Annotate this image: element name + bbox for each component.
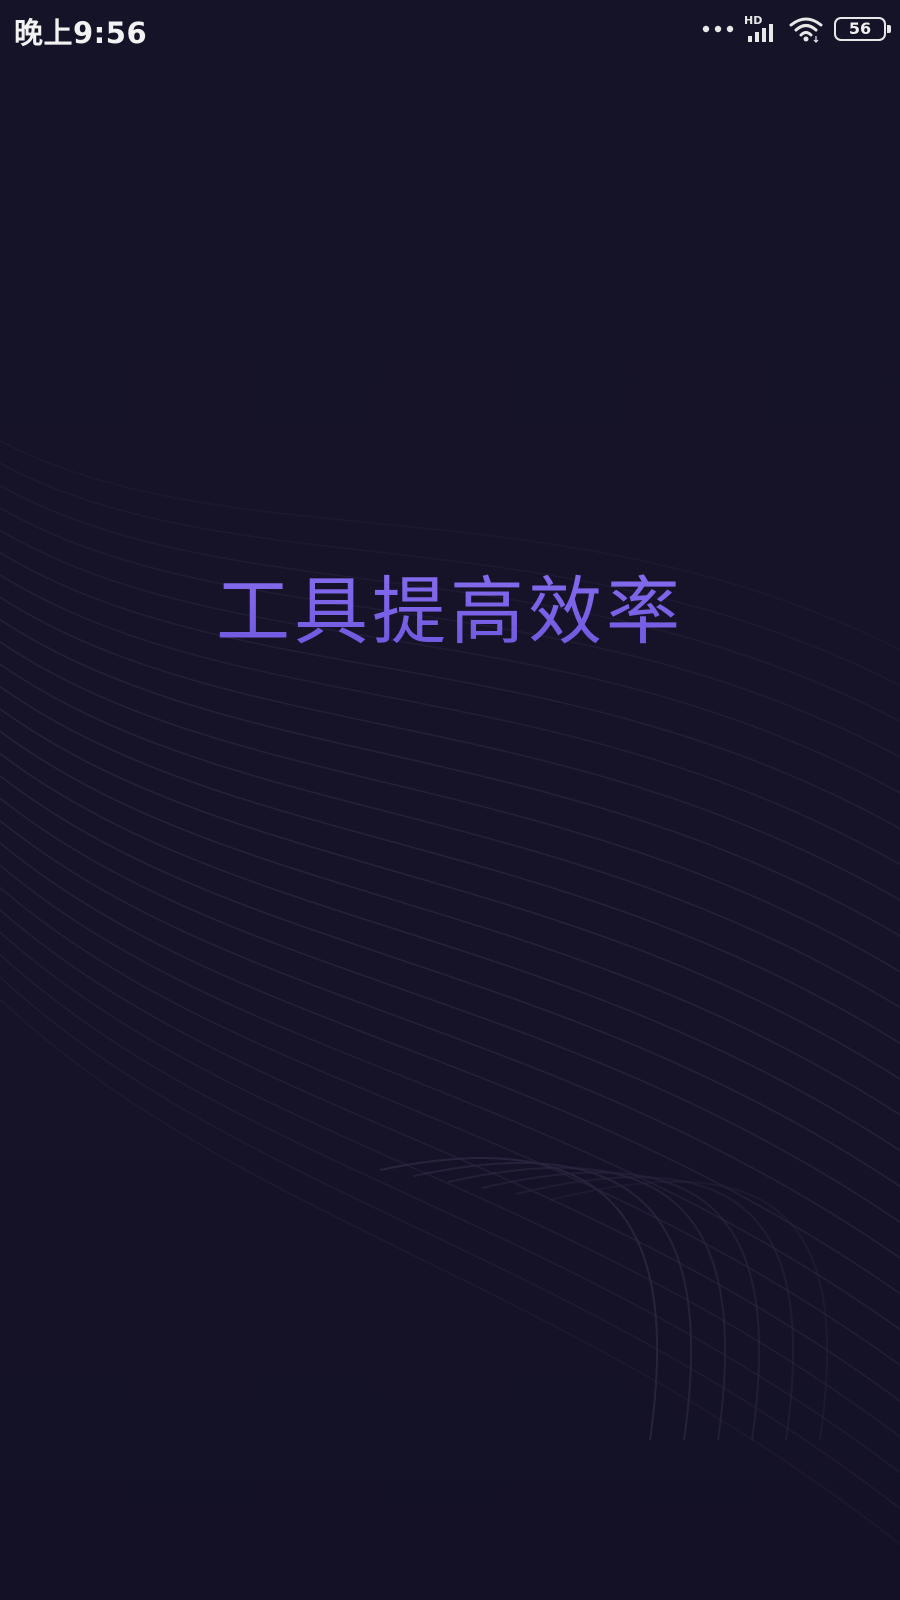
- splash-slogan: 工具提高效率: [0, 552, 900, 659]
- battery-level: 56: [848, 19, 872, 38]
- wave-line: [0, 975, 900, 1510]
- wave-arc: [447, 1166, 727, 1441]
- wifi-icon: [788, 14, 824, 44]
- wave-line: [0, 707, 900, 1081]
- wave-line: [0, 931, 900, 1438]
- wave-line: [0, 640, 900, 973]
- wave-line: [0, 864, 900, 1331]
- splash-screen: 晚上9:56 HD 56 工具提高效率: [0, 0, 900, 1600]
- wave-line: [0, 953, 900, 1474]
- more-dots-icon: [702, 24, 734, 34]
- wave-line: [0, 685, 900, 1045]
- hd-badge: HD: [744, 14, 762, 27]
- signal-icon: HD: [744, 14, 778, 44]
- battery-icon: 56: [834, 17, 891, 41]
- wave-line: [0, 663, 900, 1009]
- wave-arc: [413, 1161, 693, 1441]
- wave-line: [0, 774, 900, 1188]
- wave-line: [0, 841, 900, 1295]
- wave-line: [0, 752, 900, 1152]
- battery-tip: [887, 25, 891, 33]
- status-icons: HD 56: [702, 12, 891, 46]
- wave-line: [0, 998, 900, 1546]
- wave-line: [0, 797, 900, 1224]
- status-bar: 晚上9:56 HD 56: [0, 0, 900, 58]
- background-waves: [0, 440, 900, 1546]
- status-time: 晚上9:56: [14, 16, 148, 50]
